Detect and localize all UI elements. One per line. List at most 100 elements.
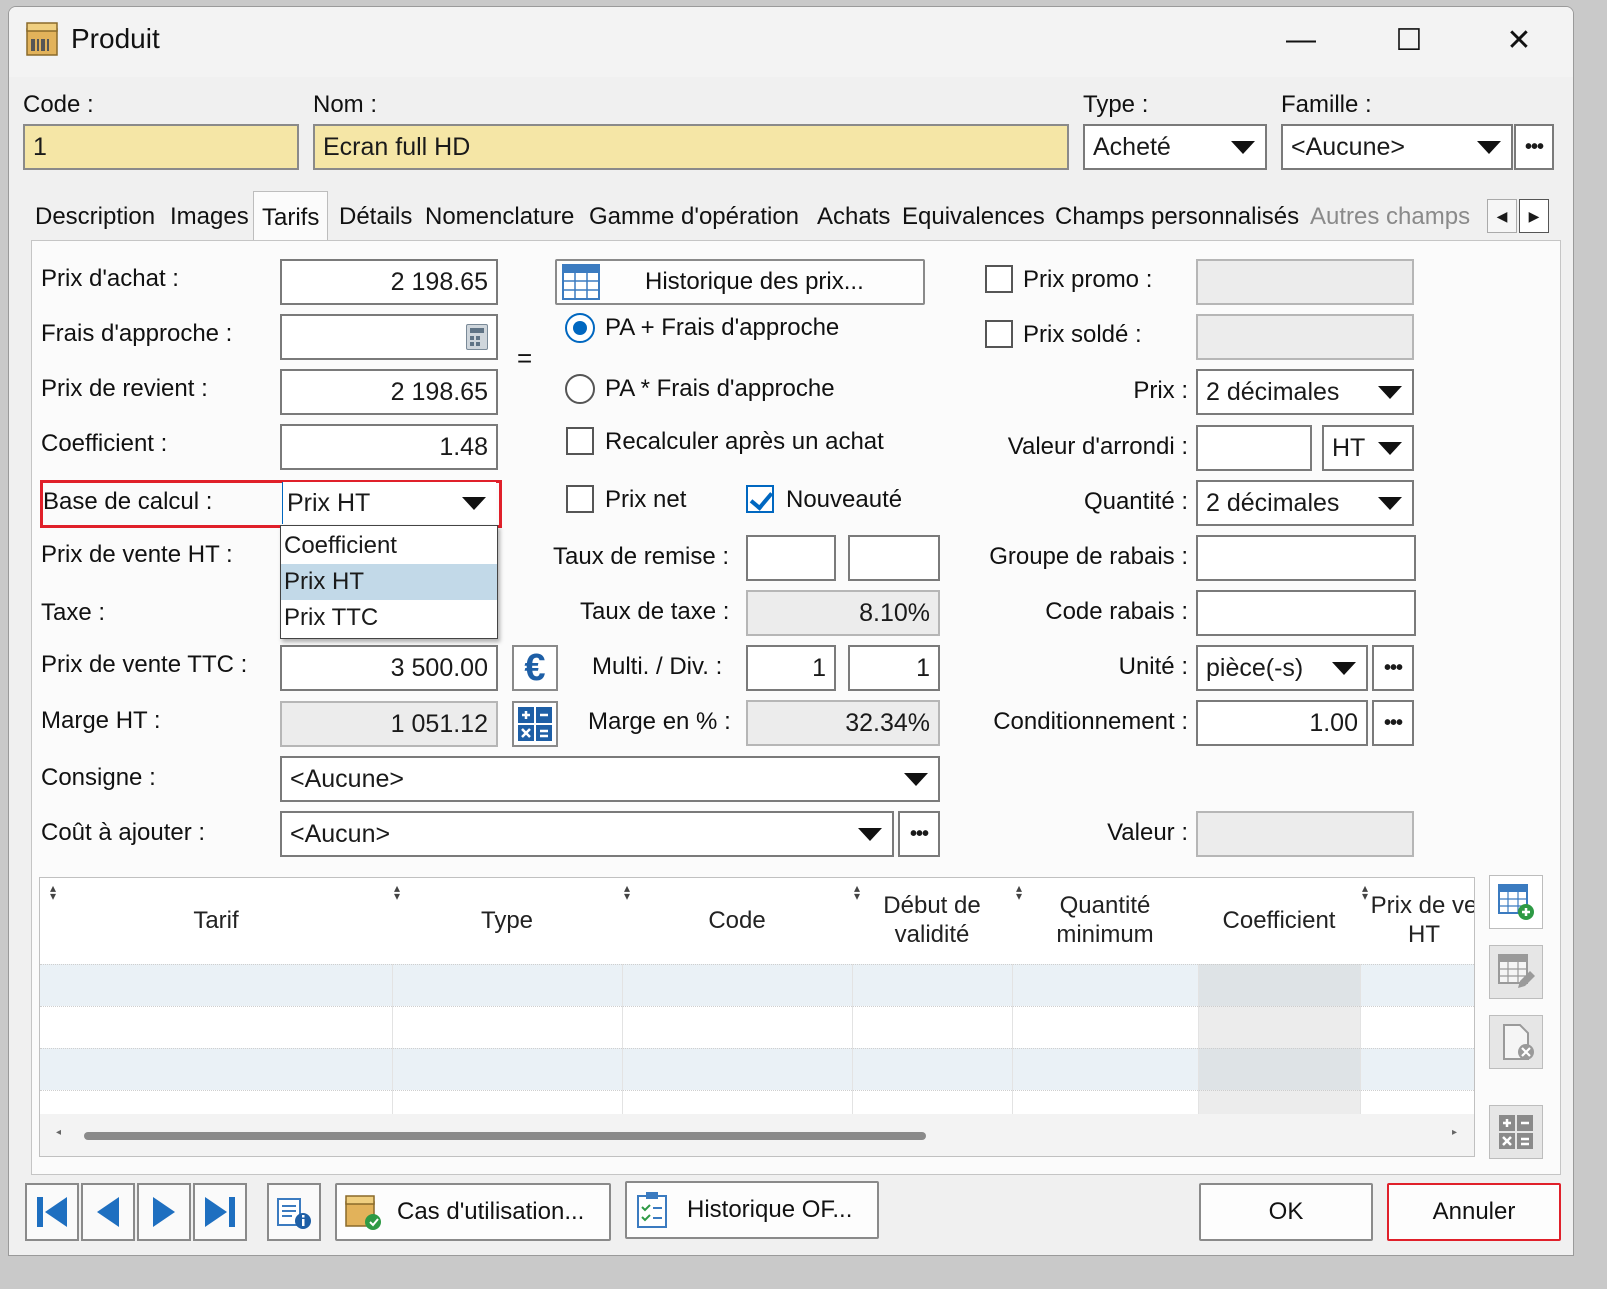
product-info-button[interactable] bbox=[267, 1183, 321, 1241]
add-row-button[interactable] bbox=[1489, 875, 1543, 929]
famille-more-button[interactable]: ••• bbox=[1514, 124, 1554, 170]
scroll-right-icon[interactable]: ▸ bbox=[1452, 1127, 1457, 1138]
minimize-button[interactable]: — bbox=[1271, 15, 1331, 65]
cout-value: <Aucun> bbox=[290, 819, 391, 848]
groupe-rabais-label: Groupe de rabais : bbox=[989, 543, 1188, 570]
col-tarif[interactable]: Tarif bbox=[40, 878, 392, 964]
col-prix-vente-ht[interactable]: Prix de ve HT bbox=[1360, 878, 1474, 964]
unite-label: Unité : bbox=[1118, 653, 1188, 680]
cas-utilisation-button[interactable]: Cas d'utilisation... bbox=[335, 1183, 611, 1241]
marge-pct-value: 32.34% bbox=[845, 708, 930, 737]
tab-equivalences[interactable]: Equivalences bbox=[902, 203, 1045, 231]
col-code[interactable]: Code bbox=[622, 878, 852, 964]
previous-record-button[interactable] bbox=[81, 1183, 135, 1241]
code-rabais-field[interactable] bbox=[1196, 590, 1416, 636]
col-coefficient[interactable]: Coefficient bbox=[1198, 878, 1360, 964]
prix-promo-checkbox[interactable] bbox=[985, 265, 1013, 293]
tab-champs-perso[interactable]: Champs personnalisés bbox=[1055, 203, 1299, 231]
chevron-down-icon bbox=[1477, 141, 1501, 154]
cout-select[interactable]: <Aucun> bbox=[280, 811, 894, 857]
tab-details[interactable]: Détails bbox=[339, 203, 412, 231]
first-record-button[interactable] bbox=[25, 1183, 79, 1241]
calculate-button[interactable] bbox=[512, 701, 558, 747]
option-coefficient[interactable]: Coefficient bbox=[281, 528, 497, 564]
grid-calculate-button[interactable] bbox=[1489, 1105, 1543, 1159]
valeur-arrondi-field[interactable] bbox=[1196, 425, 1312, 471]
option-prix-ttc[interactable]: Prix TTC bbox=[281, 600, 497, 636]
ok-label: OK bbox=[1268, 1198, 1304, 1225]
edit-row-button[interactable] bbox=[1489, 945, 1543, 999]
tab-description[interactable]: Description bbox=[35, 203, 155, 231]
prix-achat-field[interactable]: 2 198.65 bbox=[280, 259, 498, 305]
taux-remise-field-1[interactable] bbox=[746, 535, 836, 581]
next-record-button[interactable] bbox=[137, 1183, 191, 1241]
code-value: 1 bbox=[33, 132, 47, 161]
cout-more-button[interactable]: ••• bbox=[898, 811, 940, 857]
prix-decimales-select[interactable]: 2 décimales bbox=[1196, 369, 1414, 415]
tab-achats[interactable]: Achats bbox=[817, 203, 890, 231]
prix-achat-label: Prix d'achat : bbox=[41, 265, 179, 292]
type-select[interactable]: Acheté bbox=[1083, 124, 1267, 170]
prix-vente-ttc-field[interactable]: 3 500.00 bbox=[280, 645, 498, 691]
tab-nomenclature[interactable]: Nomenclature bbox=[425, 203, 574, 231]
prix-revient-field[interactable]: 2 198.65 bbox=[280, 369, 498, 415]
radio-pa-mult-frais[interactable] bbox=[565, 374, 595, 404]
tab-gamme[interactable]: Gamme d'opération bbox=[589, 203, 799, 231]
coefficient-column-shade bbox=[1198, 964, 1360, 1114]
historique-prix-button[interactable]: Historique des prix... bbox=[555, 259, 925, 305]
code-field[interactable]: 1 bbox=[23, 124, 299, 170]
chevron-down-icon bbox=[1378, 497, 1402, 510]
close-icon: ✕ bbox=[1506, 23, 1532, 57]
recalculer-checkbox[interactable] bbox=[566, 427, 594, 455]
col-debut-validite[interactable]: Début de validité bbox=[852, 878, 1012, 964]
col-quantite-minimum[interactable]: Quantité minimum bbox=[1012, 878, 1198, 964]
consigne-select[interactable]: <Aucune> bbox=[280, 756, 940, 802]
tab-tarifs[interactable]: Tarifs bbox=[253, 191, 329, 243]
coefficient-field[interactable]: 1.48 bbox=[280, 424, 498, 470]
next-icon bbox=[153, 1197, 175, 1227]
nom-field[interactable]: Ecran full HD bbox=[313, 124, 1069, 170]
ok-button[interactable]: OK bbox=[1199, 1183, 1373, 1241]
close-button[interactable]: ✕ bbox=[1489, 15, 1549, 65]
scroll-left-icon[interactable]: ◂ bbox=[56, 1127, 61, 1138]
valeur-arrondi-label: Valeur d'arrondi : bbox=[1007, 433, 1188, 460]
scrollbar-thumb[interactable] bbox=[84, 1132, 926, 1140]
math-operations-icon bbox=[518, 707, 552, 741]
unite-select[interactable]: pièce(-s) bbox=[1196, 645, 1368, 691]
last-record-button[interactable] bbox=[193, 1183, 247, 1241]
prix-solde-checkbox[interactable] bbox=[985, 320, 1013, 348]
annuler-button[interactable]: Annuler bbox=[1387, 1183, 1561, 1241]
base-calcul-dropdown-list: Coefficient Prix HT Prix TTC bbox=[280, 525, 498, 639]
unite-more-button[interactable]: ••• bbox=[1372, 645, 1414, 691]
quantite-decimales-select[interactable]: 2 décimales bbox=[1196, 480, 1414, 526]
radio-pa-plus-frais-label: PA + Frais d'approche bbox=[605, 314, 840, 341]
document-delete-icon bbox=[1503, 1024, 1534, 1060]
conditionnement-field[interactable]: 1.00 bbox=[1196, 700, 1368, 746]
prix-net-checkbox[interactable] bbox=[566, 485, 594, 513]
nouveaute-checkbox[interactable] bbox=[746, 485, 774, 513]
col-type[interactable]: Type bbox=[392, 878, 622, 964]
groupe-rabais-field[interactable] bbox=[1196, 535, 1416, 581]
calculator-icon[interactable] bbox=[466, 324, 488, 350]
frais-approche-field[interactable] bbox=[280, 314, 498, 360]
euro-button[interactable]: € bbox=[512, 645, 558, 691]
taux-remise-field-2[interactable] bbox=[848, 535, 940, 581]
maximize-button[interactable]: ☐ bbox=[1379, 15, 1439, 65]
famille-select[interactable]: <Aucune> bbox=[1281, 124, 1513, 170]
tab-bar: Description Images Tarifs Détails Nomenc… bbox=[9, 191, 1573, 243]
tab-images[interactable]: Images bbox=[170, 203, 249, 231]
tab-autres-champs[interactable]: Autres champs bbox=[1310, 203, 1472, 231]
multi-field[interactable]: 1 bbox=[746, 645, 836, 691]
conditionnement-more-button[interactable]: ••• bbox=[1372, 700, 1414, 746]
radio-pa-plus-frais[interactable] bbox=[565, 313, 595, 343]
div-field[interactable]: 1 bbox=[848, 645, 940, 691]
arrondi-unit-select[interactable]: HT bbox=[1322, 425, 1414, 471]
package-icon bbox=[345, 1195, 381, 1230]
tab-scroll-right[interactable]: ▶ bbox=[1519, 199, 1549, 233]
option-prix-ht[interactable]: Prix HT bbox=[281, 564, 497, 600]
historique-of-button[interactable]: Historique OF... bbox=[625, 1181, 879, 1239]
base-calcul-select[interactable]: Prix HT bbox=[282, 482, 496, 524]
tab-scroll-left[interactable]: ◀ bbox=[1487, 199, 1517, 233]
delete-row-button[interactable] bbox=[1489, 1015, 1543, 1069]
horizontal-scrollbar[interactable]: ◂ ▸ bbox=[40, 1114, 1474, 1156]
